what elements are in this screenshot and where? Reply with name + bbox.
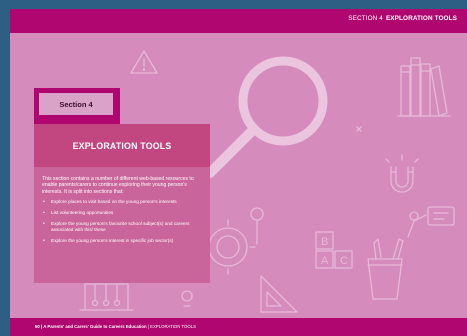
lightbulb-icon xyxy=(181,290,193,307)
svg-text:A: A xyxy=(321,255,329,267)
svg-text:C: C xyxy=(340,255,348,267)
bullet-list: Explore places to visit based on the you… xyxy=(42,199,202,244)
header-section-title: EXPLORATION TOOLS xyxy=(385,15,457,22)
section-tab: Section 4 xyxy=(34,88,120,124)
list-item: List volunteering opportunities xyxy=(42,210,202,216)
magnet-icon xyxy=(385,154,419,193)
magnifying-glass-icon xyxy=(205,56,328,178)
content-panel: This section contains a number of differ… xyxy=(34,167,210,283)
intro-paragraph: This section contains a number of differ… xyxy=(42,176,194,195)
page-title: EXPLORATION TOOLS xyxy=(34,124,210,167)
document-page: B A C SECTION 4 EXPLORATION TOOLS Section… xyxy=(10,9,467,336)
list-item: Explore places to visit based on the you… xyxy=(42,199,202,205)
books-icon xyxy=(397,57,451,117)
footer-section-title: EXPLORATION TOOLS xyxy=(150,324,196,329)
list-item: Explore the young person's interest in s… xyxy=(42,238,202,244)
footer-text: 50 | A Parents' and Carers' Guide to Car… xyxy=(35,324,196,329)
section-tab-label: Section 4 xyxy=(39,93,113,115)
header-section-text: SECTION 4 EXPLORATION TOOLS xyxy=(348,15,457,22)
guide-title: A Parents' and Carers' Guide to Careers … xyxy=(43,324,147,329)
cross-icon xyxy=(356,126,362,132)
person-with-board-icon xyxy=(407,206,455,238)
pencil-cup-icon xyxy=(367,238,404,300)
ruler-triangle-icon xyxy=(260,275,298,313)
newtons-cradle-icon xyxy=(79,283,134,311)
svg-text:B: B xyxy=(321,236,328,248)
header-section-label: SECTION 4 xyxy=(348,15,383,22)
warning-icon xyxy=(130,50,158,74)
header-bar: SECTION 4 EXPLORATION TOOLS xyxy=(10,9,467,33)
pulley-icon xyxy=(250,207,264,245)
list-item: Explore the young person's favourite sch… xyxy=(42,221,202,233)
page-number: 50 xyxy=(35,324,40,329)
footer-bar: 50 | A Parents' and Carers' Guide to Car… xyxy=(10,318,467,336)
